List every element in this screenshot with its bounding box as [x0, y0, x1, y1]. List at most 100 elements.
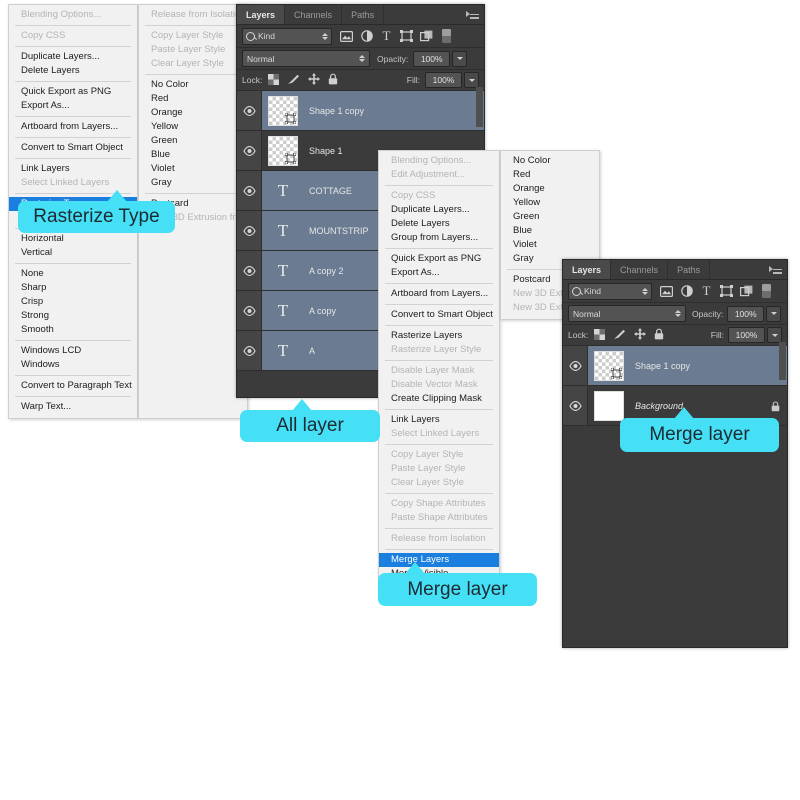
layer-visibility-eye-icon[interactable] [237, 251, 262, 290]
panel-menu-icon[interactable] [466, 10, 479, 19]
layer-thumbnail[interactable] [268, 135, 298, 166]
menu-item-smooth[interactable]: Smooth [9, 323, 137, 337]
layer-visibility-eye-icon[interactable] [237, 91, 262, 130]
menu-item-merge-layers[interactable]: Merge Layers [379, 553, 499, 567]
layer-visibility-eye-icon[interactable] [563, 346, 588, 385]
menu-item-windows[interactable]: Windows [9, 358, 137, 372]
tab-paths-right[interactable]: Paths [668, 260, 711, 279]
menu-item-no-color[interactable]: No Color [139, 78, 247, 92]
menu-item-blue[interactable]: Blue [139, 148, 247, 162]
menu-item-violet[interactable]: Violet [139, 162, 247, 176]
menu-item-gray[interactable]: Gray [139, 176, 247, 190]
blend-row-right[interactable]: Normal Opacity: 100% [563, 303, 787, 325]
menu-item-duplicate-layers[interactable]: Duplicate Layers... [379, 203, 499, 217]
fill-dropdown-button-right[interactable] [767, 327, 782, 343]
filter-icon-group-right[interactable]: T [660, 283, 773, 298]
menu-item-quick-export-as-png[interactable]: Quick Export as PNG [379, 252, 499, 266]
layer-visibility-eye-icon[interactable] [563, 386, 588, 425]
tab-layers-right[interactable]: Layers [563, 260, 612, 279]
kind-stepper-right[interactable] [636, 287, 648, 295]
menu-item-green[interactable]: Green [501, 210, 599, 224]
layer-thumbnail[interactable] [594, 390, 624, 421]
filter-toggle-switch[interactable] [440, 29, 453, 43]
tab-layers[interactable]: Layers [237, 5, 286, 24]
blend-mode-select-right[interactable]: Normal [568, 305, 686, 322]
menu-item-export-as[interactable]: Export As... [9, 99, 137, 113]
tab-channels-right[interactable]: Channels [611, 260, 669, 279]
menu-item-artboard-from-layers[interactable]: Artboard from Layers... [379, 287, 499, 301]
lock-transparent-pixels-icon-right[interactable] [594, 328, 606, 342]
menu-item-link-layers[interactable]: Link Layers [379, 413, 499, 427]
layer-visibility-eye-icon[interactable] [237, 331, 262, 370]
blend-stepper[interactable] [353, 55, 365, 62]
fill-dropdown-button[interactable] [464, 72, 479, 88]
menu-item-crisp[interactable]: Crisp [9, 295, 137, 309]
opacity-dropdown-button-right[interactable] [766, 305, 782, 322]
filter-icon-group[interactable]: T [340, 28, 453, 43]
panel-menu-icon-right[interactable] [769, 265, 782, 274]
menu-item-create-clipping-mask[interactable]: Create Clipping Mask [379, 392, 499, 406]
tab-channels[interactable]: Channels [285, 5, 343, 24]
panel-tab-bar[interactable]: Layers Channels Paths [237, 5, 484, 25]
menu-item-convert-to-paragraph-text[interactable]: Convert to Paragraph Text [9, 379, 137, 393]
menu-item-orange[interactable]: Orange [501, 182, 599, 196]
lock-image-pixels-icon-right[interactable] [613, 329, 626, 342]
menu-item-sharp[interactable]: Sharp [9, 281, 137, 295]
layer-name[interactable]: A copy [309, 306, 336, 316]
lock-all-icon-right[interactable] [654, 328, 664, 342]
lock-image-pixels-icon[interactable] [287, 74, 300, 87]
blend-mode-select[interactable]: Normal [242, 50, 370, 67]
lock-icon-group-right[interactable] [594, 328, 664, 342]
lock-position-icon[interactable] [308, 73, 321, 87]
filter-smartobject-icon-right[interactable] [740, 285, 753, 298]
menu-item-quick-export-as-png[interactable]: Quick Export as PNG [9, 85, 137, 99]
opacity-dropdown-button[interactable] [452, 50, 468, 67]
blend-stepper-right[interactable] [669, 310, 681, 317]
layer-name[interactable]: Shape 1 copy [635, 361, 690, 371]
layer-row[interactable]: Shape 1 copy [563, 346, 787, 386]
layer-visibility-eye-icon[interactable] [237, 291, 262, 330]
blend-row[interactable]: Normal Opacity: 100% [237, 48, 484, 70]
panel-scrollbar-right[interactable] [779, 342, 786, 380]
menu-item-red[interactable]: Red [501, 168, 599, 182]
lock-row[interactable]: Lock: Fill: 100% [237, 70, 484, 91]
layer-visibility-eye-icon[interactable] [237, 211, 262, 250]
menu-item-no-color[interactable]: No Color [501, 154, 599, 168]
menu-item-violet[interactable]: Violet [501, 238, 599, 252]
menu-item-strong[interactable]: Strong [9, 309, 137, 323]
menu-item-yellow[interactable]: Yellow [139, 120, 247, 134]
menu-item-warp-text[interactable]: Warp Text... [9, 400, 137, 414]
filter-row[interactable]: Kind T [237, 25, 484, 48]
layer-name[interactable]: Shape 1 copy [309, 106, 364, 116]
layer-name[interactable]: MOUNTSTRIP [309, 226, 369, 236]
filter-toggle-switch-right[interactable] [760, 284, 773, 298]
menu-item-link-layers[interactable]: Link Layers [9, 162, 137, 176]
layer-context-menu-mid[interactable]: Blending Options... Edit Adjustment... Cop… [378, 150, 500, 578]
menu-item-duplicate-layers[interactable]: Duplicate Layers... [9, 50, 137, 64]
lock-position-icon-right[interactable] [634, 328, 647, 342]
menu-item-orange[interactable]: Orange [139, 106, 247, 120]
menu-item-convert-to-smart-object[interactable]: Convert to Smart Object [9, 141, 137, 155]
lock-transparent-pixels-icon[interactable] [268, 73, 280, 87]
layers-panel-after-merge[interactable]: Layers Channels Paths Kind T Normal Opac… [562, 259, 788, 648]
menu-item-rasterize-layers[interactable]: Rasterize Layers [379, 329, 499, 343]
layer-name[interactable]: COTTAGE [309, 186, 352, 196]
filter-kind-select-right[interactable]: Kind [568, 282, 652, 300]
menu-item-convert-to-smart-object[interactable]: Convert to Smart Object [379, 308, 499, 322]
menu-item-vertical[interactable]: Vertical [9, 246, 137, 260]
menu-item-delete-layers[interactable]: Delete Layers [379, 217, 499, 231]
lock-all-icon[interactable] [328, 73, 338, 87]
opacity-value[interactable]: 100% [413, 50, 451, 67]
layer-thumbnail[interactable] [268, 95, 298, 126]
filter-shape-icon[interactable] [400, 30, 413, 43]
filter-adjustment-icon-right[interactable] [680, 285, 693, 298]
layer-thumbnail[interactable] [594, 350, 624, 381]
lock-row-right[interactable]: Lock: Fill: 100% [563, 325, 787, 346]
layer-name[interactable]: A [309, 346, 315, 356]
layer-name[interactable]: A copy 2 [309, 266, 344, 276]
menu-item-green[interactable]: Green [139, 134, 247, 148]
menu-item-delete-layers[interactable]: Delete Layers [9, 64, 137, 78]
menu-item-horizontal[interactable]: Horizontal [9, 232, 137, 246]
fill-value-right[interactable]: 100% [728, 327, 765, 343]
menu-item-none[interactable]: None [9, 267, 137, 281]
